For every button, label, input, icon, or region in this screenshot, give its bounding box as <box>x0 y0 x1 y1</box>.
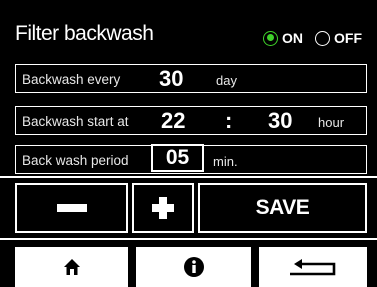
page-title: Filter backwash <box>15 22 154 45</box>
minus-icon <box>56 204 87 212</box>
info-button[interactable] <box>136 247 251 287</box>
backwash-every-unit: day <box>216 73 237 88</box>
decrement-button[interactable] <box>15 183 128 233</box>
divider <box>0 176 377 178</box>
off-radio[interactable]: OFF <box>315 30 362 46</box>
off-radio-label: OFF <box>334 30 362 46</box>
save-button-label: SAVE <box>255 196 310 219</box>
increment-button[interactable] <box>132 183 194 233</box>
home-button[interactable] <box>15 247 128 287</box>
backwash-period-unit: min. <box>213 154 238 169</box>
save-button[interactable]: SAVE <box>198 183 367 233</box>
time-separator: : <box>225 108 233 133</box>
radio-unselected-icon <box>315 30 330 46</box>
backwash-every-value[interactable]: 30 <box>159 66 183 92</box>
back-button[interactable] <box>259 247 367 287</box>
backwash-period-label: Back wash period <box>22 153 129 168</box>
radio-selected-icon <box>263 30 278 46</box>
on-radio[interactable]: ON <box>263 30 303 46</box>
backwash-period-value[interactable]: 05 <box>151 144 204 172</box>
plus-icon <box>152 197 174 219</box>
backwash-start-minute[interactable]: 30 <box>268 108 292 134</box>
backwash-start-label: Backwash start at <box>22 114 129 129</box>
return-arrow-icon <box>290 259 336 276</box>
backwash-start-unit: hour <box>318 115 345 130</box>
backwash-every-label: Backwash every <box>22 72 121 87</box>
home-icon <box>63 259 80 275</box>
backwash-start-hour[interactable]: 22 <box>161 108 185 134</box>
divider <box>0 238 377 240</box>
on-radio-label: ON <box>282 30 303 46</box>
info-icon <box>183 257 204 277</box>
